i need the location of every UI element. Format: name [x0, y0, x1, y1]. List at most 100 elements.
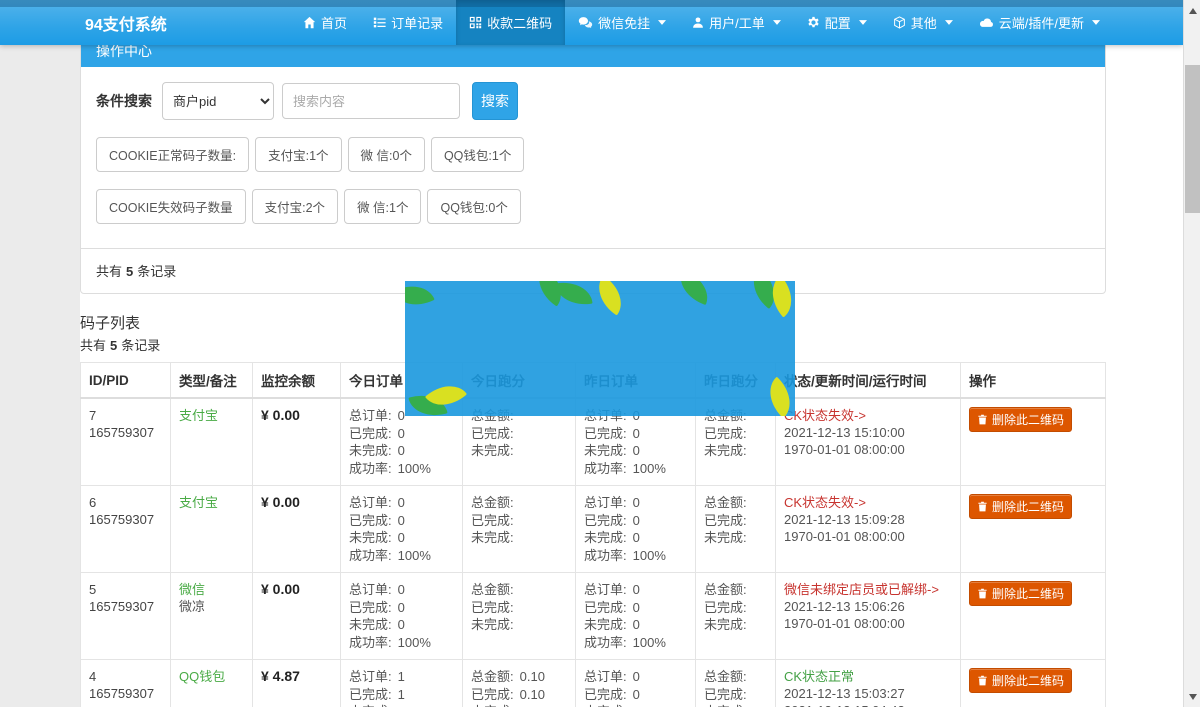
- stat-label: 未完成:: [471, 442, 514, 460]
- scrollbar-thumb[interactable]: [1185, 65, 1200, 213]
- brand[interactable]: 94支付系统: [85, 11, 167, 35]
- delete-button-label: 删除此二维码: [992, 411, 1064, 428]
- nav-item-config[interactable]: 配置: [794, 0, 880, 45]
- vertical-scrollbar[interactable]: [1183, 0, 1200, 707]
- delete-button-label: 删除此二维码: [992, 672, 1064, 689]
- nav-item-qrcode[interactable]: 收款二维码: [456, 0, 565, 45]
- cell-id: 5 165759307: [81, 573, 171, 660]
- stat-label: 成功率:: [349, 460, 392, 478]
- stat-label: 成功率:: [584, 460, 627, 478]
- stat-value: 100%: [633, 547, 666, 565]
- stat-value: 0: [398, 529, 405, 547]
- stat-value: 100%: [633, 460, 666, 478]
- stat-value: 0: [398, 442, 405, 460]
- stat-label: 未完成:: [704, 442, 747, 460]
- run-time: 1970-01-01 08:00:00: [784, 528, 952, 545]
- status-text[interactable]: CK状态失效->: [784, 494, 952, 511]
- record-count-suffix: 条记录: [121, 338, 160, 353]
- row-balance: ¥ 4.87: [261, 668, 332, 684]
- row-type: QQ钱包: [179, 668, 244, 685]
- row-note: 微凉: [179, 598, 244, 615]
- stat-value: 0: [398, 407, 405, 425]
- nav-item-home[interactable]: 首页: [290, 0, 360, 45]
- cell-balance: ¥ 0.00: [253, 398, 341, 486]
- nav-item-label: 收款二维码: [487, 13, 552, 32]
- nav-item-label: 首页: [321, 13, 347, 32]
- search-button[interactable]: 搜索: [472, 82, 518, 120]
- stat-label: 成功率:: [584, 634, 627, 652]
- cell-type: 微信 微凉: [171, 573, 253, 660]
- cell-today-order: 总订单:1 已完成:1 未完成:0 成功率:100%: [341, 660, 463, 707]
- caret-down-icon: [773, 20, 781, 25]
- stat-label: 未完成:: [471, 616, 514, 634]
- stat-value: 0: [398, 703, 405, 707]
- row-pid: 165759307: [89, 424, 162, 441]
- nav-item-label: 微信免挂: [598, 13, 650, 32]
- stat-label: 未完成:: [471, 529, 514, 547]
- column-header: 监控余额: [253, 363, 341, 399]
- update-time: 2021-12-13 15:03:27: [784, 685, 952, 702]
- nav-item-wechat-hang[interactable]: 微信免挂: [565, 0, 679, 45]
- stat-label: 已完成:: [584, 425, 627, 443]
- stat-label: 已完成:: [471, 512, 514, 530]
- stat-label: 总订单:: [349, 581, 392, 599]
- stat-value: 100%: [398, 634, 431, 652]
- stat-value: 0: [398, 581, 405, 599]
- nav-item-orders[interactable]: 订单记录: [360, 0, 456, 45]
- cube-icon: [893, 16, 906, 29]
- stat-value: 0: [633, 581, 640, 599]
- scroll-up-arrow-icon[interactable]: [1184, 2, 1200, 19]
- stat-label: 已完成:: [704, 599, 747, 617]
- wechat-icon: [578, 16, 593, 29]
- stat-value: 0: [398, 512, 405, 530]
- list-icon: [373, 16, 386, 29]
- row-type: 微信: [179, 581, 244, 598]
- search-input[interactable]: [282, 83, 460, 119]
- delete-qrcode-button[interactable]: 删除此二维码: [969, 407, 1072, 432]
- stat-label: 总订单:: [349, 668, 392, 686]
- status-text[interactable]: 微信未绑定店员或已解绑->: [784, 581, 952, 598]
- table-row: 4 165759307 QQ钱包 ¥ 4.87 总订单:1 已完成:1 未完成:…: [81, 660, 1106, 707]
- run-time: 2021-12-13 15:04:42: [784, 702, 952, 707]
- user-icon: [692, 16, 704, 29]
- delete-qrcode-button[interactable]: 删除此二维码: [969, 494, 1072, 519]
- delete-qrcode-button[interactable]: 删除此二维码: [969, 668, 1072, 693]
- promo-overlay-image: [405, 281, 795, 416]
- nav-item-label: 其他: [911, 13, 937, 32]
- stat-value: 0: [398, 599, 405, 617]
- cell-status: CK状态失效-> 2021-12-13 15:09:28 1970-01-01 …: [776, 486, 961, 573]
- update-time: 2021-12-13 15:09:28: [784, 511, 952, 528]
- stat-label: 已完成:: [349, 686, 392, 704]
- nav-item-users[interactable]: 用户/工单: [679, 0, 794, 45]
- status-text[interactable]: CK状态失效->: [784, 407, 952, 424]
- search-type-select[interactable]: 商户pid: [162, 82, 274, 120]
- stat-label: 已完成:: [704, 686, 747, 704]
- cell-today-score: 总金额:0.10 已完成:0.10 未完成:: [463, 660, 576, 707]
- scroll-down-arrow-icon[interactable]: [1184, 688, 1200, 705]
- trash-icon: [977, 675, 988, 686]
- nav-item-cloud[interactable]: 云端/插件/更新: [966, 0, 1113, 45]
- cell-status: 微信未绑定店员或已解绑-> 2021-12-13 15:06:26 1970-0…: [776, 573, 961, 660]
- stat-label: 未完成:: [704, 616, 747, 634]
- stat-label: 总金额:: [471, 494, 514, 512]
- stat-label: 总金额:: [704, 581, 747, 599]
- stat-label: 已完成:: [471, 425, 514, 443]
- stat-value: 0.10: [520, 668, 545, 686]
- stat-value: 1: [398, 668, 405, 686]
- stat-label: 已完成:: [471, 686, 514, 704]
- nav-item-label: 云端/插件/更新: [999, 13, 1084, 32]
- delete-qrcode-button[interactable]: 删除此二维码: [969, 581, 1072, 606]
- cell-balance: ¥ 0.00: [253, 573, 341, 660]
- stat-badge: 支付宝:1个: [255, 137, 341, 172]
- nav-item-other[interactable]: 其他: [880, 0, 966, 45]
- stat-value: 0: [633, 494, 640, 512]
- operation-panel: 操作中心 条件搜索 商户pid 搜索 COOKIE正常码子数量:支付宝:1个微 …: [80, 20, 1106, 294]
- record-count-number: 5: [110, 338, 117, 353]
- page: 操作中心 条件搜索 商户pid 搜索 COOKIE正常码子数量:支付宝:1个微 …: [0, 0, 1200, 707]
- search-row: 条件搜索 商户pid 搜索: [96, 82, 1090, 120]
- nav-item-label: 用户/工单: [709, 13, 765, 32]
- stat-label: 已完成:: [704, 425, 747, 443]
- stat-label: 未完成:: [704, 703, 747, 707]
- nav-item-label: 配置: [825, 13, 851, 32]
- nav-items: 首页订单记录 收款二维码 微信免挂 用户/工单 配置 其他 云端/插件/更新: [290, 0, 1113, 45]
